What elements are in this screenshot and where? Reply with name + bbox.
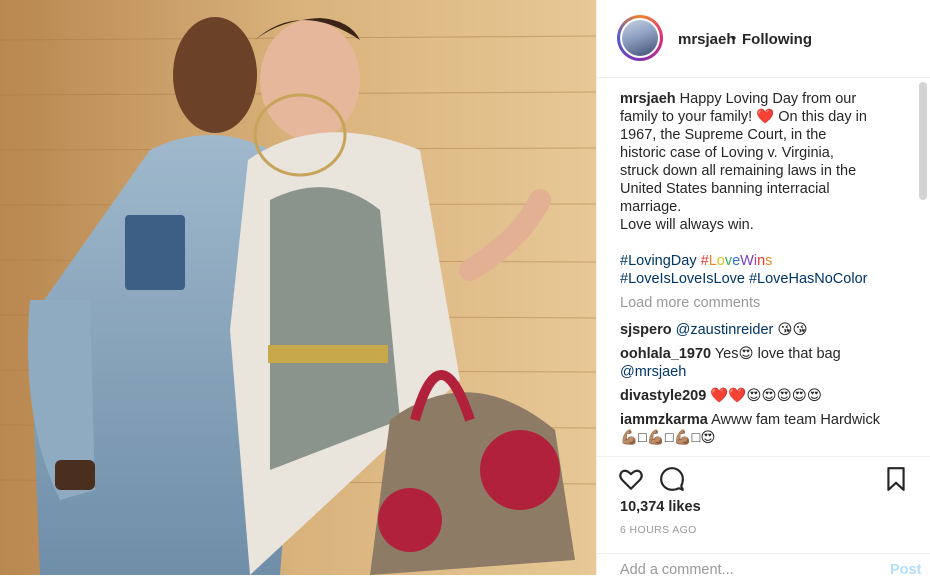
- post-header: mrsjaeh • Following: [597, 0, 930, 78]
- caption-line: historic case of Loving v. Virginia,: [620, 145, 834, 161]
- avatar-frame: [620, 18, 660, 58]
- post-sidebar: mrsjaeh • Following mrsjaeh Happy Loving…: [596, 0, 930, 578]
- comment-username[interactable]: iammzkarma: [620, 412, 708, 428]
- comment-username[interactable]: divastyle209: [620, 388, 706, 404]
- post-comment-button[interactable]: Post: [890, 562, 921, 578]
- caption-line: marriage.: [620, 199, 682, 215]
- add-comment-bar: Add a comment... Post: [597, 553, 930, 578]
- comment-username[interactable]: sjspero: [620, 322, 672, 338]
- comment-username[interactable]: oohlala_1970: [620, 346, 711, 362]
- post-actions: 10,374 likes 6 HOURS AGO Add a comment..…: [597, 456, 930, 578]
- list-item: iammzkarma Awww fam team Hardwick 💪🏽□💪🏽□…: [620, 411, 905, 447]
- list-item: oohlala_1970 Yes😍 love that bag @mrsjaeh: [620, 345, 905, 381]
- comments-scrollbar[interactable]: [919, 82, 927, 200]
- header-separator: •: [731, 30, 737, 47]
- avatar[interactable]: [617, 15, 663, 61]
- caption-line: family to your family! ❤️ On this day in: [620, 109, 867, 125]
- post-photo[interactable]: [0, 0, 596, 575]
- list-item: sjspero @zaustinreider 😘😘: [620, 321, 905, 339]
- instagram-post: mrsjaeh • Following mrsjaeh Happy Loving…: [0, 0, 930, 578]
- following-button[interactable]: Following: [742, 31, 812, 48]
- comment-text: ❤️❤️😍😍😍😍😍: [706, 388, 822, 404]
- hashtag-line[interactable]: #LoveIsLoveIsLove #LoveHasNoColor: [620, 271, 867, 287]
- caption-line: Love will always win.: [620, 217, 754, 233]
- caption-line: struck down all remaining laws in the: [620, 163, 857, 179]
- caption-line: 1967, the Supreme Court, in the: [620, 127, 827, 143]
- hashtag-loving-day[interactable]: #LovingDay: [620, 253, 697, 269]
- hashtag-love-wins[interactable]: #LoveWins: [701, 253, 773, 269]
- comment-text: Yes😍 love that bag: [711, 346, 841, 362]
- comment-icon[interactable]: [659, 466, 685, 492]
- caption-line: Happy Loving Day from our: [679, 91, 857, 107]
- bookmark-icon[interactable]: [883, 466, 909, 492]
- list-item: divastyle209 ❤️❤️😍😍😍😍😍: [620, 387, 905, 405]
- couple-photo-illustration: [0, 0, 596, 575]
- heart-icon[interactable]: [618, 466, 644, 492]
- comment-text: 😘😘: [773, 322, 808, 338]
- post-timestamp: 6 HOURS AGO: [620, 524, 697, 536]
- caption-username[interactable]: mrsjaeh: [620, 91, 676, 107]
- likes-count[interactable]: 10,374 likes: [620, 499, 701, 515]
- avatar-image: [622, 20, 658, 56]
- comment-mention[interactable]: @zaustinreider: [676, 322, 774, 338]
- comment-text: Awww fam team Hardwick: [707, 412, 881, 428]
- caption-line: United States banning interracial: [620, 181, 830, 197]
- load-more-comments-button[interactable]: Load more comments: [620, 295, 760, 311]
- add-comment-input[interactable]: Add a comment...: [620, 562, 734, 578]
- header-username[interactable]: mrsjaeh: [678, 31, 736, 48]
- comments-section[interactable]: mrsjaeh Happy Loving Day from our family…: [597, 78, 930, 456]
- comment-text: 💪🏽□💪🏽□💪🏽□😍: [620, 430, 716, 446]
- comment-mention[interactable]: @mrsjaeh: [620, 364, 686, 380]
- caption-hashtags: #LovingDay #LoveWins #LoveIsLoveIsLove #…: [620, 252, 910, 288]
- caption: mrsjaeh Happy Loving Day from our family…: [620, 90, 900, 234]
